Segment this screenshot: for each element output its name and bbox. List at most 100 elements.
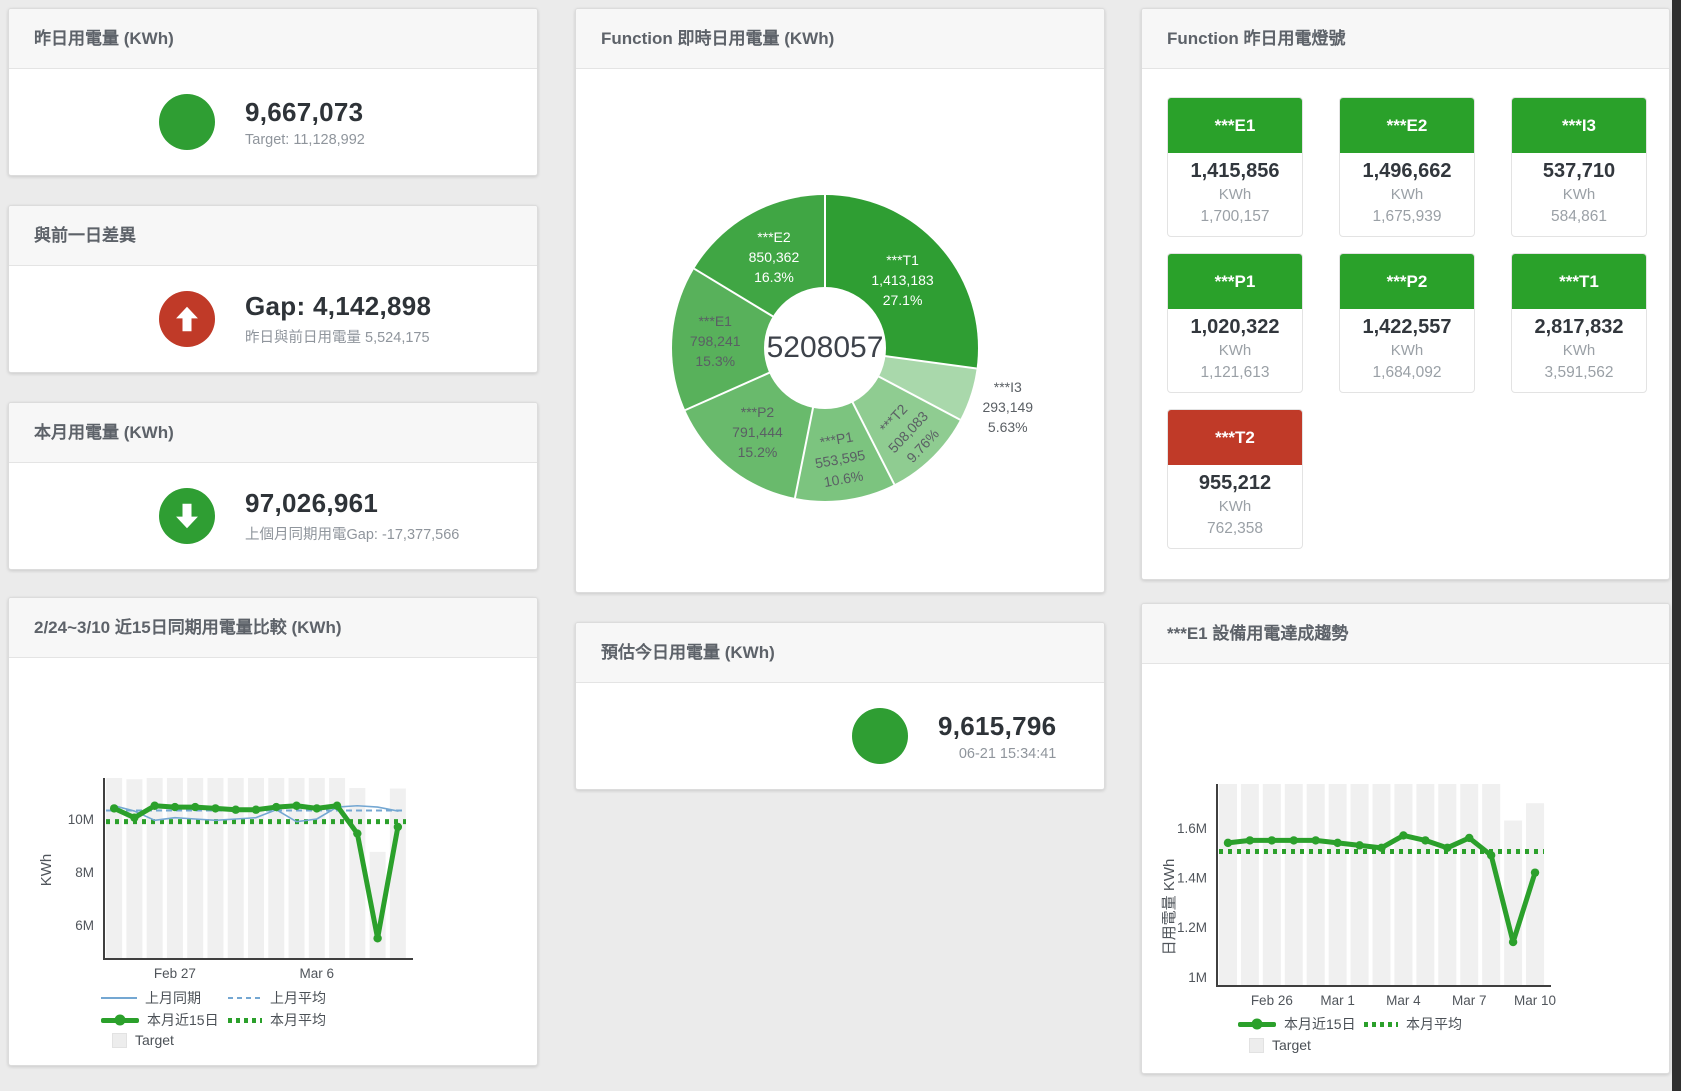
bar-legend-icon <box>112 1033 127 1048</box>
panel-title: 本月用電量 (KWh) <box>9 403 537 463</box>
tile-header: ***E2 <box>1340 98 1474 153</box>
panel-title: ***E1 設備用電達成趨勢 <box>1142 604 1669 664</box>
tile-header: ***P2 <box>1340 254 1474 309</box>
legend-label: 本月近15日 <box>1284 1014 1356 1034</box>
status-circle-icon <box>159 94 215 150</box>
tile-previous-value: 1,684,092 <box>1342 362 1472 384</box>
svg-text:10M: 10M <box>68 812 94 827</box>
panel-title: 昨日用電量 (KWh) <box>9 9 537 69</box>
svg-text:Feb 27: Feb 27 <box>154 966 196 981</box>
svg-text:KWh: KWh <box>38 854 55 887</box>
card-month-usage: 本月用電量 (KWh) 97,026,961 上個月同期用電Gap: -17,3… <box>8 402 538 570</box>
legend-label: 上月平均 <box>270 988 326 1008</box>
tile-value: 537,710 <box>1514 158 1644 184</box>
card-e1-trend-chart: ***E1 設備用電達成趨勢 1.6M1.4M1.2M1MFeb 26Mar 1… <box>1141 603 1670 1074</box>
legend-item[interactable]: Target <box>112 1032 174 1048</box>
tile-unit: KWh <box>1514 340 1644 362</box>
status-tile: ***T12,817,832KWh3,591,562 <box>1511 253 1647 393</box>
tile-previous-value: 762,358 <box>1170 518 1300 540</box>
chart-plot[interactable]: 1.6M1.4M1.2M1MFeb 26Mar 1Mar 4Mar 7Mar 1… <box>1142 664 1669 1074</box>
trend-chart-area[interactable]: 1.6M1.4M1.2M1MFeb 26Mar 1Mar 4Mar 7Mar 1… <box>1142 664 1669 1073</box>
svg-text:1.6M: 1.6M <box>1177 821 1207 836</box>
tile-header: ***P1 <box>1168 254 1302 309</box>
tile-unit: KWh <box>1342 340 1472 362</box>
legend-label: 本月平均 <box>270 1010 326 1030</box>
status-tile: ***T2955,212KWh762,358 <box>1167 409 1303 549</box>
legend-label: 本月平均 <box>1406 1014 1462 1034</box>
panel-title: Function 昨日用電燈號 <box>1142 9 1669 69</box>
legend-item[interactable]: 本月近15日 <box>101 1010 219 1030</box>
stat-value: 9,615,796 <box>938 711 1056 742</box>
donut-chart[interactable]: 5208057 ***T11,413,18327.1%***I3293,1495… <box>672 195 978 501</box>
svg-text:1.4M: 1.4M <box>1177 871 1207 886</box>
status-tile-grid: ***E11,415,856KWh1,700,157***E21,496,662… <box>1167 97 1647 549</box>
tile-previous-value: 1,121,613 <box>1170 362 1300 384</box>
tile-unit: KWh <box>1514 184 1644 206</box>
tile-unit: KWh <box>1170 496 1300 518</box>
legend-item[interactable]: 本月近15日 <box>1238 1014 1356 1034</box>
tile-value: 2,817,832 <box>1514 314 1644 340</box>
donut-slice-label: ***T11,413,18327.1% <box>871 250 933 310</box>
svg-text:日用電量 KWh: 日用電量 KWh <box>1161 859 1178 956</box>
legend-item[interactable]: 本月平均 <box>1364 1014 1462 1034</box>
tile-value: 1,020,322 <box>1170 314 1300 340</box>
donut-slice-label: ***E2850,36216.3% <box>749 227 800 287</box>
stat-subtitle: 昨日與前日用電量 5,524,175 <box>245 326 431 347</box>
compare-chart-area[interactable]: 10M8M6MFeb 27Mar 6KWh上月同期上月平均本月近15日本月平均T… <box>9 658 537 1065</box>
status-tile: ***I3537,710KWh584,861 <box>1511 97 1647 237</box>
legend-label: Target <box>1272 1037 1311 1053</box>
stat-subtitle: Target: 11,128,992 <box>245 132 365 148</box>
card-15day-compare-chart: 2/24~3/10 近15日同期用電量比較 (KWh) 10M8M6MFeb 2… <box>8 597 538 1066</box>
tile-value: 1,496,662 <box>1342 158 1472 184</box>
line-legend-icon <box>101 997 137 1000</box>
window-scrollbar[interactable] <box>1672 0 1681 1091</box>
legend-item[interactable]: 上月平均 <box>228 988 326 1008</box>
arrow-down-icon <box>159 488 215 544</box>
legend-label: 本月近15日 <box>147 1010 219 1030</box>
tile-value: 1,415,856 <box>1170 158 1300 184</box>
donut-slice-label: ***I3293,1495.63% <box>982 377 1033 437</box>
dotted-line-legend-icon <box>1364 1022 1398 1027</box>
tile-value: 955,212 <box>1170 470 1300 496</box>
status-circle-icon <box>852 708 908 764</box>
energy-dashboard: { "stat_cards": [ { "title": "昨日用電量 (KWh… <box>0 0 1681 1091</box>
donut-slice-label: ***P2791,44415.2% <box>732 402 783 462</box>
stat-value: 9,667,073 <box>245 97 365 128</box>
svg-text:Feb 26: Feb 26 <box>1251 993 1293 1008</box>
tile-previous-value: 1,675,939 <box>1342 206 1472 228</box>
card-status-lights: Function 昨日用電燈號 ***E11,415,856KWh1,700,1… <box>1141 8 1670 580</box>
panel-title: 預估今日用電量 (KWh) <box>576 623 1104 683</box>
status-tile: ***P2 1,422,557KWh1,684,092 <box>1339 253 1475 393</box>
status-tile: ***P1 1,020,322KWh1,121,613 <box>1167 253 1303 393</box>
tile-header: ***I3 <box>1512 98 1646 153</box>
legend-item[interactable]: 上月同期 <box>101 988 201 1008</box>
svg-text:Mar 1: Mar 1 <box>1320 993 1355 1008</box>
tile-previous-value: 1,700,157 <box>1170 206 1300 228</box>
tile-header: ***E1 <box>1168 98 1302 153</box>
arrow-up-icon <box>159 291 215 347</box>
panel-title: 2/24~3/10 近15日同期用電量比較 (KWh) <box>9 598 537 658</box>
svg-text:Mar 4: Mar 4 <box>1386 993 1421 1008</box>
tile-unit: KWh <box>1170 340 1300 362</box>
svg-text:6M: 6M <box>75 918 94 933</box>
card-day-gap: 與前一日差異 Gap: 4,142,898 昨日與前日用電量 5,524,175 <box>8 205 538 373</box>
svg-text:Mar 6: Mar 6 <box>300 966 335 981</box>
svg-text:Mar 10: Mar 10 <box>1514 993 1556 1008</box>
svg-text:Mar 7: Mar 7 <box>1452 993 1487 1008</box>
tile-unit: KWh <box>1342 184 1472 206</box>
status-tile: ***E2 1,496,662KWh1,675,939 <box>1339 97 1475 237</box>
tile-unit: KWh <box>1170 184 1300 206</box>
thick-line-legend-icon <box>101 1018 139 1023</box>
legend-item[interactable]: Target <box>1249 1037 1311 1053</box>
card-yesterday-usage: 昨日用電量 (KWh) 9,667,073 Target: 11,128,992 <box>8 8 538 176</box>
tile-value: 1,422,557 <box>1342 314 1472 340</box>
stat-value: 97,026,961 <box>245 488 459 519</box>
stat-value: Gap: 4,142,898 <box>245 291 431 322</box>
legend-item[interactable]: 本月平均 <box>228 1010 326 1030</box>
tile-header: ***T1 <box>1512 254 1646 309</box>
legend-label: 上月同期 <box>145 988 201 1008</box>
stat-subtitle: 上個月同期用電Gap: -17,377,566 <box>245 523 459 544</box>
dashed-line-legend-icon <box>228 997 262 1000</box>
status-tile: ***E1 1,415,856KWh1,700,157 <box>1167 97 1303 237</box>
donut-total: 5208057 <box>767 331 884 365</box>
